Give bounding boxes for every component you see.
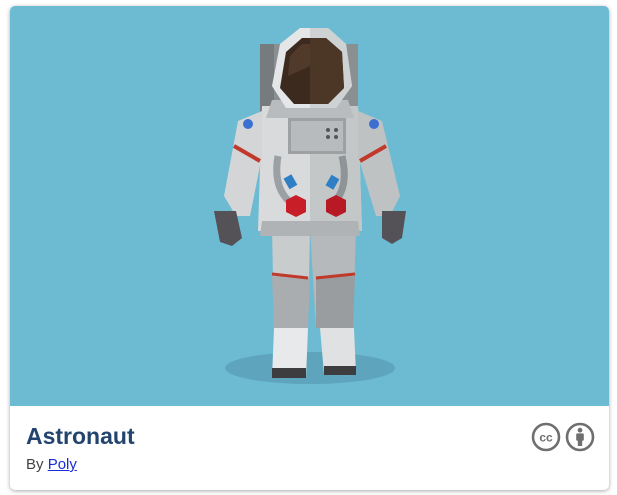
cc-icon-text: cc: [539, 431, 553, 445]
author-prefix: By: [26, 456, 44, 473]
author-line: By Poly: [26, 456, 77, 473]
license-badges[interactable]: cc: [531, 422, 595, 452]
attribution-icon[interactable]: [565, 422, 595, 452]
model-preview[interactable]: [10, 6, 609, 406]
model-title[interactable]: Astronaut: [26, 423, 135, 450]
creative-commons-icon[interactable]: cc: [531, 422, 561, 452]
card-footer: Astronaut By Poly cc: [10, 406, 609, 490]
astronaut-model-image: [214, 28, 406, 384]
author-link[interactable]: Poly: [48, 456, 77, 473]
model-card[interactable]: Astronaut By Poly cc: [10, 6, 609, 490]
